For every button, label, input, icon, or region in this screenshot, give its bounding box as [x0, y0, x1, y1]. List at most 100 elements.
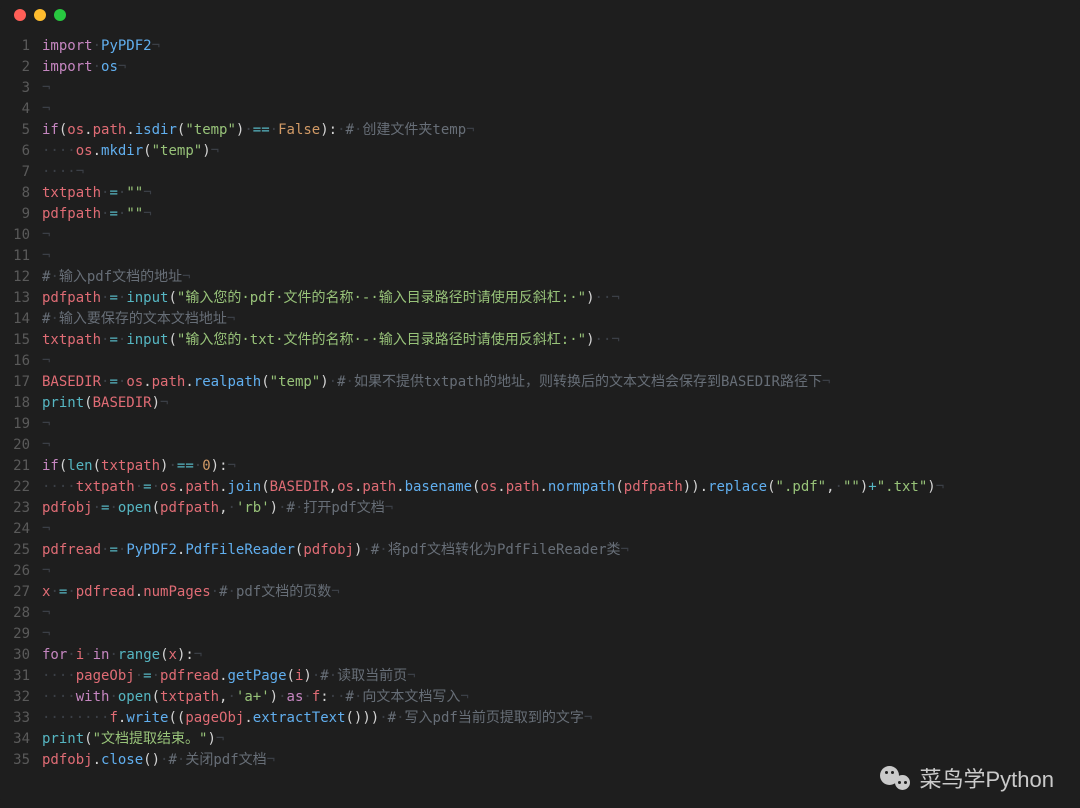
code-content[interactable]: ····with·open(txtpath,·'a+')·as·f:··#·向文… [42, 687, 1080, 708]
token-cr: ¬ [143, 206, 151, 222]
code-content[interactable]: pdfobj·=·open(pdfpath,·'rb')·#·打开pdf文档¬ [42, 498, 1080, 519]
code-line[interactable]: 21if(len(txtpath)·==·0):¬ [0, 456, 1080, 477]
token-cmt: 如果不提供txtpath的地址，则转换后的文本文档会保存到BASEDIR路径下 [354, 374, 822, 390]
code-content[interactable]: pdfpath·=·""¬ [42, 204, 1080, 225]
token-cmt: 创建文件夹temp [362, 122, 466, 138]
code-line[interactable]: 18print(BASEDIR)¬ [0, 393, 1080, 414]
token-pun: . [497, 479, 505, 495]
token-fn2: write [126, 710, 168, 726]
code-content[interactable]: ¬ [42, 246, 1080, 267]
code-content[interactable]: ········f.write((pageObj.extractText()))… [42, 708, 1080, 729]
code-content[interactable]: ¬ [42, 99, 1080, 120]
code-line[interactable]: 11¬ [0, 246, 1080, 267]
code-content[interactable]: ¬ [42, 351, 1080, 372]
code-content[interactable]: import·os¬ [42, 57, 1080, 78]
code-line[interactable]: 15txtpath·=·input("输入您的·txt·文件的名称·-·输入目录… [0, 330, 1080, 351]
token-str: 'a+' [236, 689, 270, 705]
code-line[interactable]: 20¬ [0, 435, 1080, 456]
code-line[interactable]: 32····with·open(txtpath,·'a+')·as·f:··#·… [0, 687, 1080, 708]
code-content[interactable]: if(len(txtpath)·==·0):¬ [42, 456, 1080, 477]
code-content[interactable]: #·输入要保存的文本文档地址¬ [42, 309, 1080, 330]
code-content[interactable]: ····os.mkdir("temp")¬ [42, 141, 1080, 162]
code-content[interactable]: ····¬ [42, 162, 1080, 183]
token-cr: ¬ [143, 185, 151, 201]
code-content[interactable]: import·PyPDF2¬ [42, 36, 1080, 57]
code-editor[interactable]: 1import·PyPDF2¬2import·os¬3¬4¬5if(os.pat… [0, 30, 1080, 781]
code-line[interactable]: 13pdfpath·=·input("输入您的·pdf·文件的名称·-·输入目录… [0, 288, 1080, 309]
code-content[interactable]: ¬ [42, 414, 1080, 435]
code-line[interactable]: 4¬ [0, 99, 1080, 120]
code-line[interactable]: 29¬ [0, 624, 1080, 645]
code-content[interactable]: ¬ [42, 435, 1080, 456]
token-cmt: # [337, 374, 345, 390]
line-number: 7 [0, 162, 42, 183]
code-content[interactable]: ¬ [42, 519, 1080, 540]
code-content[interactable]: ¬ [42, 225, 1080, 246]
code-content[interactable]: ····pageObj·=·pdfread.getPage(i)·#·读取当前页… [42, 666, 1080, 687]
code-content[interactable]: print(BASEDIR)¬ [42, 393, 1080, 414]
code-line[interactable]: 8txtpath·=·""¬ [0, 183, 1080, 204]
code-content[interactable]: pdfread·=·PyPDF2.PdfFileReader(pdfobj)·#… [42, 540, 1080, 561]
token-cr: ¬ [42, 227, 50, 243]
code-line[interactable]: 5if(os.path.isdir("temp")·==·False):·#·创… [0, 120, 1080, 141]
code-content[interactable]: ····txtpath·=·os.path.join(BASEDIR,os.pa… [42, 477, 1080, 498]
code-line[interactable]: 17BASEDIR·=·os.path.realpath("temp")·#·如… [0, 372, 1080, 393]
code-content[interactable]: ¬ [42, 78, 1080, 99]
token-cr: ¬ [42, 353, 50, 369]
code-line[interactable]: 26¬ [0, 561, 1080, 582]
code-line[interactable]: 25pdfread·=·PyPDF2.PdfFileReader(pdfobj)… [0, 540, 1080, 561]
token-fn2: getPage [228, 668, 287, 684]
token-op: == [253, 122, 270, 138]
code-line[interactable]: 14#·输入要保存的文本文档地址¬ [0, 309, 1080, 330]
code-line[interactable]: 31····pageObj·=·pdfread.getPage(i)·#·读取当… [0, 666, 1080, 687]
code-line[interactable]: 10¬ [0, 225, 1080, 246]
code-content[interactable]: pdfpath·=·input("输入您的·pdf·文件的名称·-·输入目录路径… [42, 288, 1080, 309]
token-ws: ···· [42, 164, 76, 180]
close-button[interactable] [14, 9, 26, 21]
minimize-button[interactable] [34, 9, 46, 21]
code-content[interactable]: BASEDIR·=·os.path.realpath("temp")·#·如果不… [42, 372, 1080, 393]
code-content[interactable]: txtpath·=·""¬ [42, 183, 1080, 204]
token-ws: ···· [42, 689, 76, 705]
token-var: pdfobj [42, 752, 93, 768]
code-line[interactable]: 9pdfpath·=·""¬ [0, 204, 1080, 225]
code-line[interactable]: 27x·=·pdfread.numPages·#·pdf文档的页数¬ [0, 582, 1080, 603]
code-content[interactable]: if(os.path.isdir("temp")·==·False):·#·创建… [42, 120, 1080, 141]
token-op: + [868, 479, 876, 495]
token-pun: ) [202, 143, 210, 159]
code-line[interactable]: 33········f.write((pageObj.extractText()… [0, 708, 1080, 729]
code-content[interactable]: x·=·pdfread.numPages·#·pdf文档的页数¬ [42, 582, 1080, 603]
token-ws: ···· [42, 668, 76, 684]
code-content[interactable]: ¬ [42, 603, 1080, 624]
token-fn2: normpath [548, 479, 615, 495]
token-pun: ( [287, 668, 295, 684]
code-content[interactable]: ¬ [42, 624, 1080, 645]
code-line[interactable]: 19¬ [0, 414, 1080, 435]
code-line[interactable]: 23pdfobj·=·open(pdfpath,·'rb')·#·打开pdf文档… [0, 498, 1080, 519]
token-fn: input [126, 332, 168, 348]
code-content[interactable]: txtpath·=·input("输入您的·txt·文件的名称·-·输入目录路径… [42, 330, 1080, 351]
zoom-button[interactable] [54, 9, 66, 21]
token-str: "文档提取结束。" [93, 731, 208, 747]
code-line[interactable]: 24¬ [0, 519, 1080, 540]
code-line[interactable]: 34print("文档提取结束。")¬ [0, 729, 1080, 750]
code-content[interactable]: for·i·in·range(x):¬ [42, 645, 1080, 666]
code-line[interactable]: 7····¬ [0, 162, 1080, 183]
code-line[interactable]: 3¬ [0, 78, 1080, 99]
code-content[interactable]: #·输入pdf文档的地址¬ [42, 267, 1080, 288]
code-content[interactable]: ¬ [42, 561, 1080, 582]
code-line[interactable]: 12#·输入pdf文档的地址¬ [0, 267, 1080, 288]
token-cr: ¬ [466, 122, 474, 138]
token-var: path [152, 374, 186, 390]
code-line[interactable]: 1import·PyPDF2¬ [0, 36, 1080, 57]
code-line[interactable]: 28¬ [0, 603, 1080, 624]
code-line[interactable]: 30for·i·in·range(x):¬ [0, 645, 1080, 666]
code-line[interactable]: 6····os.mkdir("temp")¬ [0, 141, 1080, 162]
token-str: "输入您的·txt·文件的名称·-·输入目录路径时请使用反斜杠:·" [177, 332, 586, 348]
watermark: 菜鸟学Python [880, 762, 1055, 794]
code-content[interactable]: print("文档提取结束。")¬ [42, 729, 1080, 750]
code-line[interactable]: 22····txtpath·=·os.path.join(BASEDIR,os.… [0, 477, 1080, 498]
token-kw: with [76, 689, 110, 705]
code-line[interactable]: 16¬ [0, 351, 1080, 372]
code-line[interactable]: 2import·os¬ [0, 57, 1080, 78]
